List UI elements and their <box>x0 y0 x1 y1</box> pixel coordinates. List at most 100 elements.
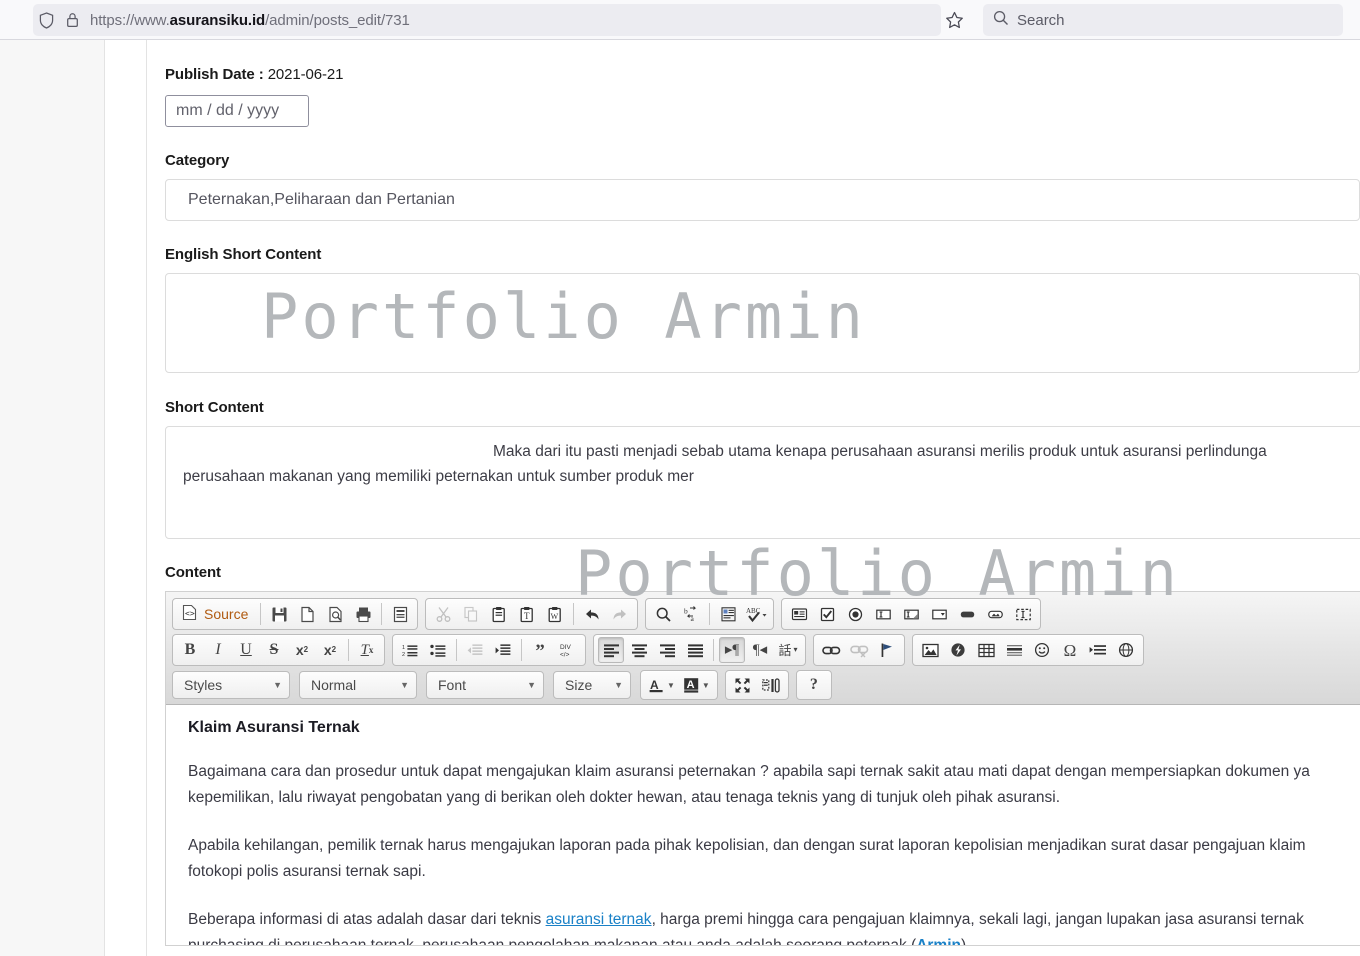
print-icon[interactable] <box>350 601 376 627</box>
flash-icon[interactable] <box>945 637 971 663</box>
show-blocks-icon[interactable] <box>758 672 784 698</box>
toolbar-group-editing: ba ABC <box>645 598 775 630</box>
image-button-icon[interactable] <box>982 601 1008 627</box>
text-color-icon[interactable]: A ▼ <box>645 672 678 698</box>
remove-format-icon[interactable]: Tx <box>354 637 380 663</box>
italic-icon[interactable]: I <box>205 637 231 663</box>
page-break-icon[interactable] <box>1085 637 1111 663</box>
checkbox-icon[interactable] <box>814 601 840 627</box>
justify-icon[interactable] <box>682 637 708 663</box>
paste-icon[interactable] <box>486 601 512 627</box>
watermark-text: Portfolio Armin <box>261 280 866 353</box>
svg-text:1: 1 <box>402 645 405 651</box>
toolbar-group-about: ? <box>795 670 832 700</box>
underline-icon[interactable]: U <box>233 637 259 663</box>
find-icon[interactable] <box>650 601 676 627</box>
smiley-icon[interactable] <box>1029 637 1055 663</box>
spellcheck-icon[interactable]: ABC <box>743 601 769 627</box>
asuransi-ternak-link[interactable]: asuransi ternak <box>546 911 652 928</box>
link-icon[interactable] <box>818 637 844 663</box>
select-all-icon[interactable] <box>715 601 741 627</box>
separator <box>573 603 575 625</box>
align-center-icon[interactable] <box>626 637 652 663</box>
undo-icon[interactable] <box>579 601 605 627</box>
category-label: Category <box>165 152 230 169</box>
image-icon[interactable] <box>917 637 943 663</box>
content-heading: Klaim Asuransi Ternak <box>188 719 360 736</box>
separator <box>521 639 522 661</box>
bookmark-star-icon[interactable] <box>938 4 970 36</box>
radio-icon[interactable] <box>842 601 868 627</box>
decrease-indent-icon[interactable] <box>462 637 488 663</box>
blockquote-icon[interactable]: ” <box>527 637 553 663</box>
bold-icon[interactable]: B <box>177 637 203 663</box>
armin-link[interactable]: Armin <box>916 937 961 945</box>
preview-icon[interactable] <box>322 601 348 627</box>
category-input[interactable]: Peternakan,Peliharaan dan Pertanian <box>165 179 1360 221</box>
textarea-icon[interactable] <box>898 601 924 627</box>
size-combo[interactable]: Size ▼ <box>553 671 631 699</box>
text-field-icon[interactable] <box>870 601 896 627</box>
maximize-icon[interactable] <box>730 672 756 698</box>
paste-text-icon[interactable]: T <box>514 601 540 627</box>
language-icon[interactable]: 話 ▾ <box>775 637 801 663</box>
hidden-field-icon[interactable] <box>1010 601 1036 627</box>
format-combo[interactable]: Normal ▼ <box>299 671 417 699</box>
ckeditor-content-area[interactable]: Klaim Asuransi Ternak Bagaimana cara dan… <box>166 705 1360 945</box>
select-field-icon[interactable] <box>926 601 952 627</box>
shield-icon[interactable] <box>33 4 59 36</box>
lock-icon[interactable] <box>59 4 85 36</box>
copy-icon[interactable] <box>458 601 484 627</box>
div-container-icon[interactable]: DIV </> <box>555 637 581 663</box>
toolbar-group-colors: A ▼ A ▼ <box>640 670 718 700</box>
english-short-content-textarea[interactable]: Portfolio Armin <box>165 273 1360 373</box>
toolbar-row-2: B I U S x2 x2 Tx 12 ” DIV </> ▸¶ ¶◂ 話 ▾ … <box>172 634 1360 666</box>
svg-text:DIV: DIV <box>560 644 572 651</box>
new-page-icon[interactable] <box>294 601 320 627</box>
align-left-icon[interactable] <box>598 637 624 663</box>
search-bar[interactable]: Search <box>983 4 1343 36</box>
templates-icon[interactable] <box>387 601 413 627</box>
about-icon[interactable]: ? <box>801 672 827 698</box>
form-icon[interactable] <box>786 601 812 627</box>
align-right-icon[interactable] <box>654 637 680 663</box>
short-content-textarea[interactable]: Maka dari itu pasti menjadi sebab utama … <box>165 426 1360 539</box>
iframe-icon[interactable] <box>1113 637 1139 663</box>
svg-text:2: 2 <box>402 652 405 658</box>
url-bar[interactable]: https://www.asuransiku.id/admin/posts_ed… <box>33 4 941 36</box>
background-color-icon[interactable]: A ▼ <box>680 672 713 698</box>
toolbar-group-links <box>813 634 905 666</box>
subscript-icon[interactable]: x2 <box>289 637 315 663</box>
bulleted-list-icon[interactable] <box>425 637 451 663</box>
unlink-icon[interactable] <box>846 637 872 663</box>
short-content-line2: perusahaan makanan yang memiliki peterna… <box>183 468 694 485</box>
ltr-icon[interactable]: ▸¶ <box>719 637 745 663</box>
cut-icon[interactable] <box>430 601 456 627</box>
horizontal-rule-icon[interactable] <box>1001 637 1027 663</box>
paste-word-icon[interactable]: W <box>542 601 568 627</box>
url-text[interactable]: https://www.asuransiku.id/admin/posts_ed… <box>90 12 410 29</box>
replace-icon[interactable]: ba <box>678 601 704 627</box>
search-placeholder: Search <box>1017 11 1065 29</box>
save-icon[interactable] <box>266 601 292 627</box>
numbered-list-icon[interactable]: 12 <box>397 637 423 663</box>
source-button[interactable]: <> Source <box>176 601 256 627</box>
button-icon[interactable] <box>954 601 980 627</box>
anchor-icon[interactable] <box>874 637 900 663</box>
font-combo[interactable]: Font ▼ <box>426 671 544 699</box>
rtl-icon[interactable]: ¶◂ <box>747 637 773 663</box>
strikethrough-icon[interactable]: S <box>261 637 287 663</box>
toolbar-group-tools <box>724 670 789 700</box>
special-char-icon[interactable]: Ω <box>1057 637 1083 663</box>
browser-toolbar: https://www.asuransiku.id/admin/posts_ed… <box>0 0 1360 40</box>
short-content-label: Short Content <box>165 399 264 416</box>
styles-combo[interactable]: Styles ▼ <box>172 671 290 699</box>
table-icon[interactable] <box>973 637 999 663</box>
content-p3-c: purchasing di perusahaan ternak, perusah… <box>188 937 916 945</box>
publish-date-input[interactable]: mm / dd / yyyy <box>165 95 309 127</box>
increase-indent-icon[interactable] <box>490 637 516 663</box>
toolbar-group-align: ▸¶ ¶◂ 話 ▾ <box>593 634 806 666</box>
svg-text:W: W <box>550 612 558 621</box>
superscript-icon[interactable]: x2 <box>317 637 343 663</box>
redo-icon[interactable] <box>607 601 633 627</box>
